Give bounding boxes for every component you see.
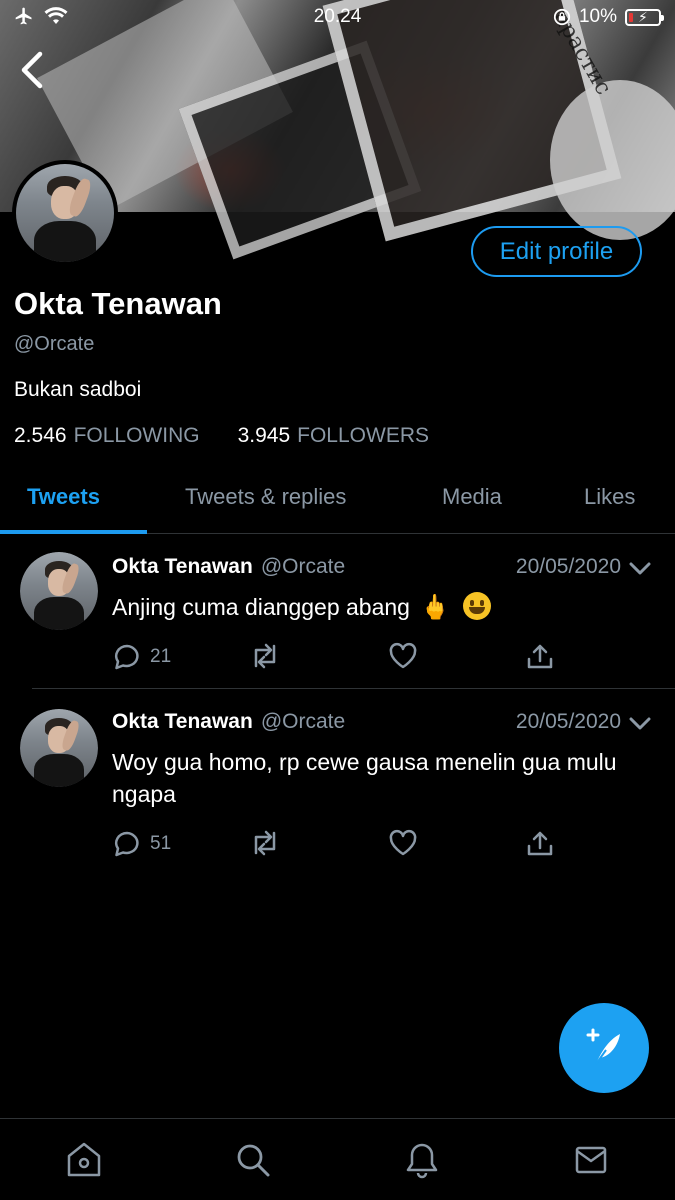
tweet-actions: 51	[112, 829, 562, 861]
reply-button[interactable]: 21	[112, 642, 171, 672]
reply-count: 51	[150, 833, 172, 854]
tweet-item[interactable]: Okta Tenawan @Orcate 20/05/2020 Woy gua h…	[0, 689, 675, 869]
home-icon[interactable]	[66, 1141, 102, 1179]
share-icon	[527, 644, 553, 669]
tweet-avatar[interactable]	[20, 709, 98, 787]
status-bar: 20.24 10% ⚡	[0, 0, 675, 36]
tweet-date: 20/05/2020	[515, 555, 621, 578]
tweet-text: Woy gua homo, rp cewe gausa menelin gua …	[112, 749, 617, 807]
followers-count: 3.945	[237, 424, 291, 447]
tweet-author: Okta Tenawan @Orcate	[112, 710, 345, 734]
tab-tweets-replies[interactable]: Tweets & replies	[185, 484, 346, 510]
profile-stats: 2.546 FOLLOWING 3.945 FOLLOWERS	[14, 424, 467, 448]
compose-tweet-icon	[586, 1028, 620, 1065]
tweet-avatar[interactable]	[20, 552, 98, 630]
profile-bio: Bukan sadboi	[14, 378, 142, 401]
profile-page: прастис 20.24 10% ⚡ Edit profile Okta Te…	[0, 0, 675, 1200]
tab-media[interactable]: Media	[442, 484, 502, 510]
tweet-text-content: Anjing cuma dianggep abang	[112, 594, 410, 620]
profile-avatar[interactable]	[12, 160, 118, 266]
comment-icon	[114, 831, 139, 857]
tab-likes[interactable]: Likes	[584, 484, 635, 510]
tweet-author-handle: @Orcate	[260, 555, 346, 578]
bottom-navigation	[0, 1118, 675, 1200]
chevron-down-icon[interactable]	[629, 717, 651, 731]
chevron-down-icon[interactable]	[629, 562, 651, 576]
retweet-icon	[254, 643, 276, 669]
followers-stat[interactable]: 3.945 FOLLOWERS	[238, 424, 429, 448]
share-button[interactable]	[526, 642, 554, 670]
tweet-text: Anjing cuma dianggep abang 🖕	[112, 591, 652, 624]
tab-tweets[interactable]: Tweets	[27, 484, 100, 510]
bell-icon[interactable]	[404, 1141, 440, 1179]
rotation-lock-icon	[553, 8, 571, 26]
share-button[interactable]	[526, 829, 554, 857]
following-stat[interactable]: 2.546 FOLLOWING	[14, 424, 200, 448]
tweet-item[interactable]: Okta Tenawan @Orcate 20/05/2020 Anjing cu…	[0, 534, 675, 688]
retweet-icon	[254, 830, 276, 856]
battery-icon: ⚡	[625, 8, 664, 26]
profile-name: Okta Tenawan	[14, 286, 222, 321]
reply-button[interactable]: 51	[112, 829, 171, 859]
tweet-author-name: Okta Tenawan	[112, 710, 253, 733]
comment-icon	[114, 644, 139, 670]
retweet-button[interactable]	[249, 642, 281, 670]
tweet-author-handle: @Orcate	[260, 710, 346, 733]
retweet-button[interactable]	[249, 829, 281, 857]
like-button[interactable]	[388, 642, 418, 670]
heart-icon	[389, 642, 417, 669]
search-icon[interactable]	[235, 1141, 271, 1179]
following-label: FOLLOWING	[73, 424, 200, 447]
smiley-emoji	[462, 592, 491, 620]
edit-profile-button[interactable]: Edit profile	[471, 226, 642, 277]
mail-icon[interactable]	[573, 1141, 609, 1179]
share-icon	[527, 831, 553, 856]
tweet-actions: 21	[112, 642, 562, 674]
like-button[interactable]	[388, 829, 418, 857]
back-button[interactable]	[16, 50, 50, 90]
tweet-author-name: Okta Tenawan	[112, 555, 253, 578]
battery-percent: 10%	[578, 6, 617, 27]
followers-label: FOLLOWERS	[297, 424, 429, 447]
compose-tweet-button[interactable]	[559, 1003, 649, 1093]
profile-handle: @Orcate	[14, 333, 95, 355]
following-count: 2.546	[14, 424, 67, 447]
reply-count: 21	[150, 646, 172, 667]
tweet-date: 20/05/2020	[515, 710, 621, 733]
heart-icon	[389, 829, 417, 856]
tweet-author: Okta Tenawan @Orcate	[112, 555, 345, 579]
profile-tabs: Tweets Tweets & replies Media Likes	[0, 466, 675, 534]
middle-finger-emoji: 🖕	[420, 594, 451, 621]
